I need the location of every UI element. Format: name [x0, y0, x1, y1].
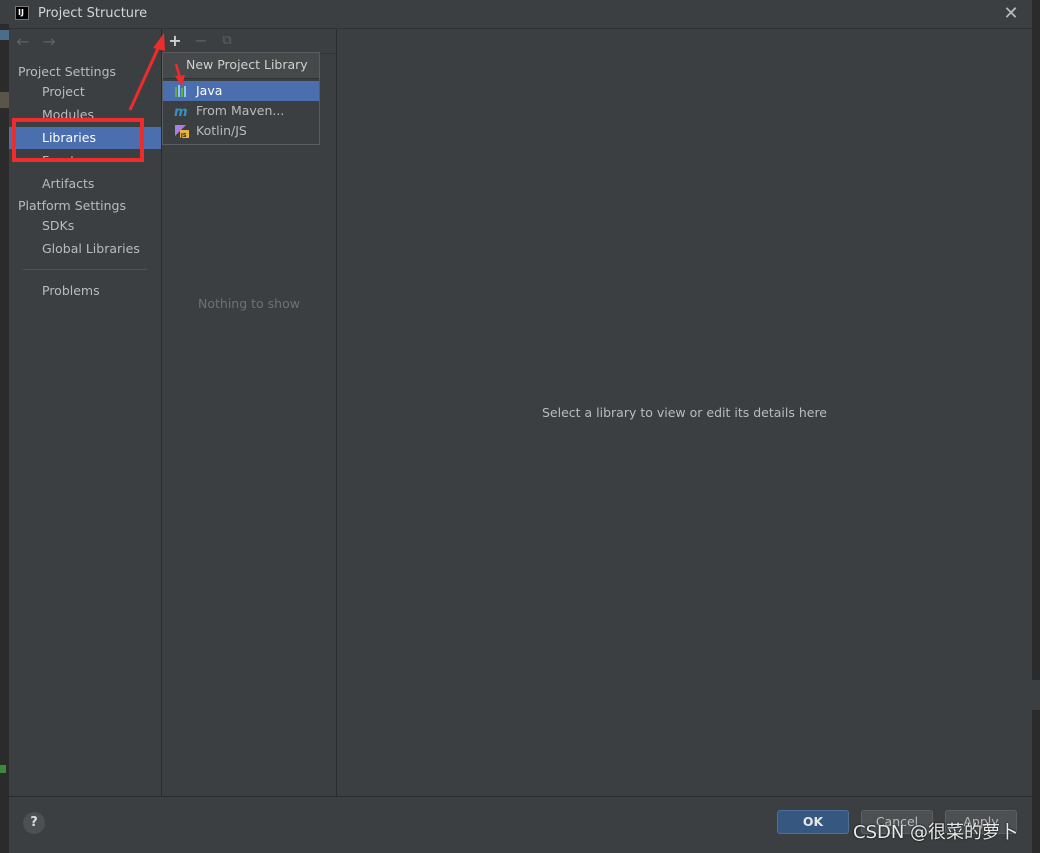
forward-arrow-icon[interactable]: →: [39, 32, 59, 52]
sidebar-divider: [23, 269, 147, 270]
menu-item-from-maven[interactable]: m From Maven...: [163, 101, 319, 121]
title-bar: IJ Project Structure ✕: [9, 0, 1032, 29]
ide-panel-fragment: [1032, 680, 1040, 710]
section-project-settings: Project Settings: [18, 64, 117, 79]
library-toolbar: + − ⧉: [162, 29, 336, 54]
close-icon[interactable]: ✕: [999, 2, 1023, 26]
sidebar-item-problems[interactable]: Problems: [9, 280, 161, 302]
project-structure-dialog: IJ Project Structure ✕ ← → Project Setti…: [9, 0, 1032, 853]
annotation-highlight-box: [12, 118, 144, 162]
details-placeholder: Select a library to view or edit its det…: [541, 405, 828, 420]
maven-icon: m: [174, 105, 188, 118]
menu-item-label: Java: [196, 83, 223, 98]
svg-text:JS: JS: [180, 133, 187, 138]
watermark: CSDN @很菜的萝卜: [853, 822, 1019, 843]
ide-background-left: [0, 0, 9, 852]
remove-button[interactable]: −: [191, 31, 211, 51]
window-title: Project Structure: [38, 6, 148, 21]
sidebar-item-modules[interactable]: Modules: [9, 104, 161, 118]
svg-text:m: m: [174, 105, 188, 118]
copy-icon[interactable]: ⧉: [217, 31, 237, 51]
ide-background-right: [1032, 0, 1040, 852]
ide-tab-fragment: [0, 0, 9, 24]
sidebar-item-global-libraries[interactable]: Global Libraries: [9, 238, 161, 260]
menu-item-java[interactable]: Java: [163, 81, 319, 101]
ok-button[interactable]: OK: [777, 810, 849, 834]
popup-title: New Project Library: [163, 53, 319, 79]
intellij-app-icon: IJ: [15, 6, 29, 20]
menu-item-kotlin-js[interactable]: JS Kotlin/JS: [163, 121, 319, 141]
empty-list-text: Nothing to show: [198, 296, 300, 311]
menu-item-label: From Maven...: [196, 103, 285, 118]
new-project-library-popup: New Project Library Java m From Maven...…: [162, 52, 320, 145]
sidebar-item-sdks[interactable]: SDKs: [9, 215, 161, 237]
back-arrow-icon[interactable]: ←: [13, 32, 33, 52]
help-button[interactable]: ?: [23, 812, 45, 834]
library-details-panel: Select a library to view or edit its det…: [337, 29, 1032, 796]
sidebar-item-project[interactable]: Project: [9, 81, 161, 103]
menu-item-label: Kotlin/JS: [196, 123, 247, 138]
kotlin-js-icon: JS: [175, 125, 189, 138]
section-platform-settings: Platform Settings: [18, 198, 126, 213]
sidebar-item-artifacts[interactable]: Artifacts: [9, 173, 161, 195]
ide-tab-fragment: [0, 92, 9, 108]
add-button[interactable]: +: [165, 31, 185, 51]
ide-run-icon: [0, 765, 6, 773]
ide-tab-fragment: [0, 30, 9, 40]
java-library-icon: [175, 85, 186, 97]
